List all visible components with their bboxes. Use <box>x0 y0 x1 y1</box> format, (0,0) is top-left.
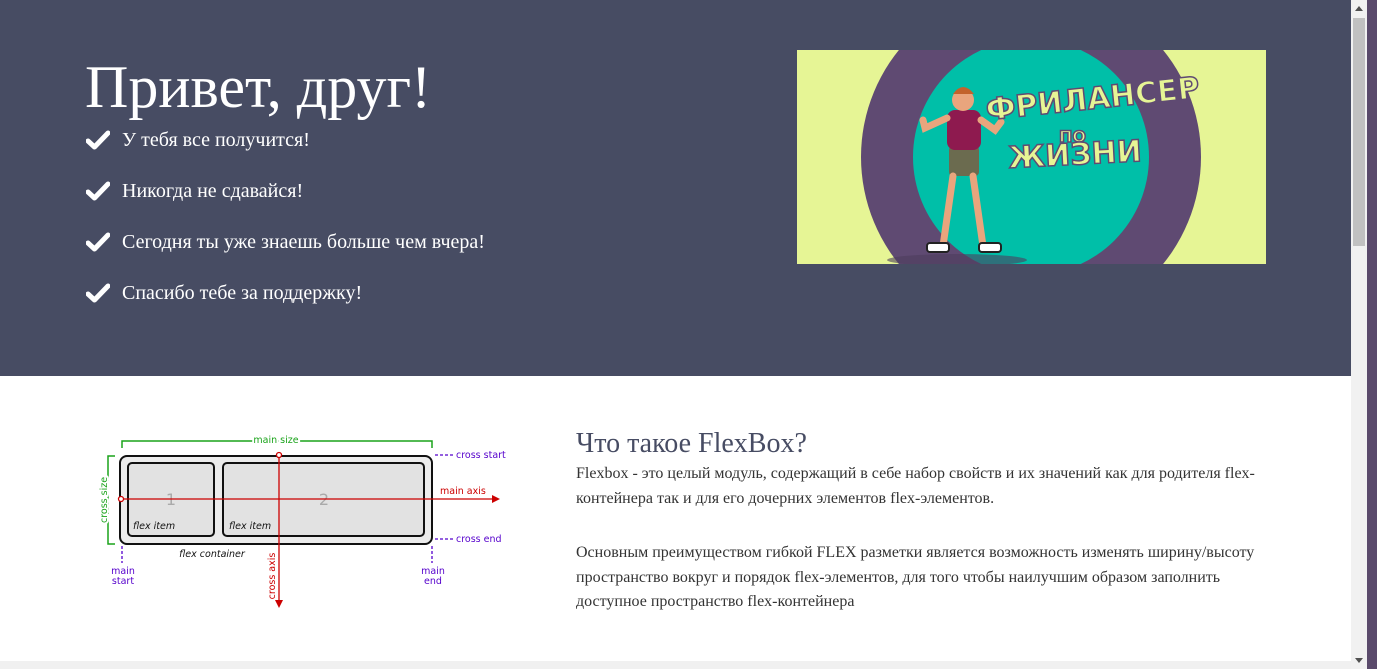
scroll-up-button[interactable] <box>1351 0 1367 17</box>
hero-title: Привет, друг! <box>85 54 432 120</box>
hero-section: Привет, друг! У тебя все получится! Нико… <box>0 0 1351 376</box>
checkmark-icon <box>86 177 110 205</box>
main-axis-label: main axis <box>440 486 486 497</box>
vertical-scrollbar[interactable] <box>1351 0 1377 669</box>
main-size-label: main size <box>253 435 298 446</box>
list-item-text: У тебя все получится! <box>122 129 310 151</box>
list-item-text: Никогда не сдавайся! <box>122 180 304 202</box>
flexbox-diagram-image: main size cross size 1 2 flex item flex … <box>86 426 517 612</box>
list-item: Спасибо тебе за поддержку! <box>86 279 485 330</box>
flex-container-label: flex container <box>179 549 246 560</box>
flexbox-text-column: Что такое FlexBox? Flexbox - это целый м… <box>576 426 1266 615</box>
list-item-text: Спасибо тебе за поддержку! <box>122 282 363 304</box>
main-axis-origin <box>117 495 125 503</box>
cross-start-label: cross start <box>456 450 506 461</box>
svg-text:ЖИЗНИ: ЖИЗНИ <box>1008 134 1143 176</box>
checkmark-icon <box>86 279 110 307</box>
flex-item-2-label: flex item <box>229 521 271 532</box>
list-item: У тебя все получится! <box>86 126 485 177</box>
content-section: main size cross size 1 2 flex item flex … <box>0 376 1351 661</box>
list-item: Никогда не сдавайся! <box>86 177 485 228</box>
window-edge <box>1367 0 1377 669</box>
section-title: Что такое FlexBox? <box>576 428 807 459</box>
scroll-up-arrow-icon <box>1355 6 1363 11</box>
cross-end-label: cross end <box>456 534 502 545</box>
main-end-label-2: end <box>424 576 442 587</box>
paragraph-2: Основным преимуществом гибкой FLEX разме… <box>576 544 1255 610</box>
check-list: У тебя все получится! Никогда не сдавайс… <box>86 126 485 330</box>
cross-axis-origin <box>275 451 283 459</box>
scroll-down-button[interactable] <box>1351 652 1367 669</box>
paragraph-1: Flexbox - это целый модуль, содержащий в… <box>576 465 1255 507</box>
cross-axis-label: cross axis <box>267 553 278 600</box>
main-start-label-2: start <box>112 576 134 587</box>
scroll-down-arrow-icon <box>1355 658 1363 663</box>
list-item: Сегодня ты уже знаешь больше чем вчера! <box>86 228 485 279</box>
checkmark-icon <box>86 228 110 256</box>
cross-size-label: cross size <box>99 477 110 523</box>
scrollbar-thumb[interactable] <box>1353 18 1365 246</box>
flex-item-1-label: flex item <box>133 521 175 532</box>
next-section-edge <box>0 661 1351 669</box>
checkmark-icon <box>86 126 110 154</box>
freelancer-banner-image: ФРИЛАНСЕР ПО ЖИЗНИ <box>797 50 1266 264</box>
list-item-text: Сегодня ты уже знаешь больше чем вчера! <box>122 231 485 253</box>
